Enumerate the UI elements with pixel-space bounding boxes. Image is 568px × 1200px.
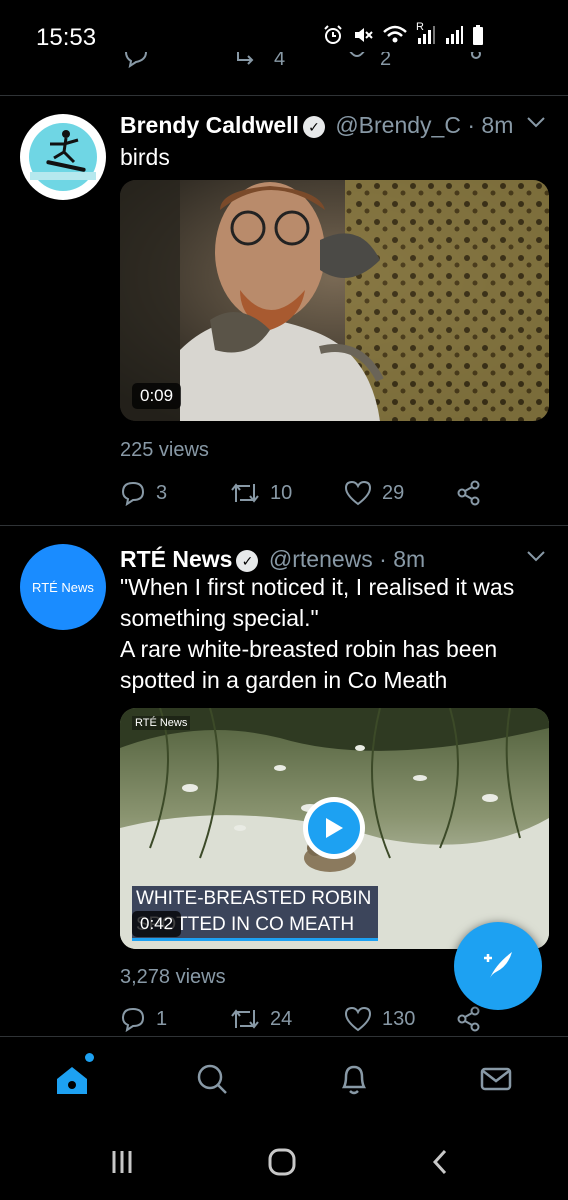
tweet-header: Brendy Caldwell ✓ @Brendy_C · 8m	[120, 112, 513, 139]
like-button[interactable]: 130	[344, 1006, 415, 1032]
heart-icon	[344, 480, 372, 506]
chevron-down-icon[interactable]	[526, 112, 546, 138]
roaming-label: R	[416, 21, 424, 33]
timestamp: 8m	[481, 112, 514, 138]
reply-icon	[120, 480, 146, 506]
reply-icon	[120, 1006, 146, 1032]
home-icon	[52, 1052, 94, 1104]
tab-notifications[interactable]	[334, 1061, 374, 1101]
share-icon	[456, 1006, 482, 1032]
system-navigation-bar	[0, 1122, 568, 1200]
messages-icon	[478, 1061, 514, 1102]
share-button[interactable]	[456, 480, 482, 506]
status-icons: R	[322, 21, 484, 51]
play-icon	[308, 802, 360, 854]
tweet-text-line: A rare white-breasted robin has been spo…	[120, 636, 498, 693]
heart-icon	[344, 1006, 372, 1032]
tweet-actions: 3 10 29	[120, 480, 540, 510]
home-circle-icon	[267, 1147, 297, 1182]
play-button[interactable]	[303, 797, 365, 859]
video-caption-line: WHITE-BREASTED ROBIN	[132, 886, 378, 912]
tweet-video[interactable]: RTÉ News WHITE-BREASTED ROBIN SPOTTED IN…	[120, 708, 549, 949]
rte-watermark: RTÉ News	[132, 716, 191, 730]
view-count: 225 views	[120, 439, 209, 461]
tweet-header: RTÉ News ✓ @rtenews · 8m	[120, 546, 425, 573]
retweet-button[interactable]: 24	[230, 1006, 292, 1032]
separator: ·	[379, 546, 387, 572]
retweet-count: 24	[270, 1007, 293, 1030]
avatar[interactable]: RTÉ News	[20, 544, 106, 630]
verified-badge-icon: ✓	[236, 549, 259, 572]
author-handle[interactable]: @Brendy_C	[335, 112, 461, 138]
wifi-icon	[382, 24, 408, 51]
view-count: 3,278 views	[120, 966, 226, 988]
retweet-count: 4	[274, 52, 286, 70]
mute-icon	[352, 24, 374, 51]
avatar[interactable]	[20, 114, 106, 200]
author-name[interactable]: Brendy Caldwell	[120, 112, 299, 138]
verified-badge-icon: ✓	[302, 115, 325, 138]
avatar-label: RTÉ News	[32, 579, 94, 595]
share-icon	[456, 480, 482, 506]
retweet-button[interactable]: 4	[234, 52, 285, 80]
signal-icon	[444, 24, 464, 51]
previous-tweet-actions: 4 2	[0, 52, 568, 80]
tweet-actions: 1 24 130	[120, 1006, 540, 1036]
compose-tweet-icon	[478, 944, 518, 989]
system-home-button[interactable]	[262, 1144, 302, 1184]
tab-search[interactable]	[192, 1061, 232, 1101]
retweet-count: 10	[270, 481, 293, 504]
recents-button[interactable]	[102, 1144, 142, 1184]
tweet[interactable]: Brendy Caldwell ✓ @Brendy_C · 8m birds 0…	[0, 96, 568, 526]
status-time: 15:53	[36, 24, 97, 51]
search-icon	[194, 1061, 230, 1102]
reply-button[interactable]: 1	[120, 1006, 167, 1032]
share-icon[interactable]	[456, 52, 482, 80]
separator: ·	[467, 112, 476, 138]
reply-count: 1	[156, 1007, 168, 1030]
video-duration: 0:09	[132, 383, 182, 409]
notifications-icon	[336, 1061, 372, 1102]
like-count: 2	[380, 52, 392, 70]
reply-count: 3	[156, 481, 168, 504]
tweet-video[interactable]: 0:09	[120, 180, 549, 421]
video-duration: 0:42	[132, 911, 182, 937]
notification-dot	[85, 1052, 94, 1062]
tweet-text: "When I first noticed it, I realised it …	[120, 572, 540, 696]
compose-tweet-button[interactable]	[454, 922, 542, 1010]
timestamp: 8m	[393, 546, 426, 572]
retweet-button[interactable]: 10	[230, 480, 292, 506]
bottom-tab-bar	[0, 1036, 568, 1122]
author-handle[interactable]: @rtenews	[269, 546, 373, 572]
chevron-down-icon[interactable]	[526, 546, 546, 572]
like-button[interactable]: 2	[344, 52, 391, 80]
reply-icon[interactable]	[124, 52, 148, 80]
status-bar: 15:53 R	[0, 0, 568, 56]
tab-home[interactable]	[52, 1052, 94, 1104]
tweet-text-line: "When I first noticed it, I realised it …	[120, 574, 515, 631]
share-button[interactable]	[456, 1006, 482, 1032]
tweet-text: birds	[120, 144, 170, 170]
back-button[interactable]	[420, 1144, 460, 1184]
reply-button[interactable]: 3	[120, 480, 167, 506]
like-count: 29	[382, 481, 405, 504]
battery-icon	[472, 24, 484, 51]
alarm-icon	[322, 24, 344, 51]
recents-icon	[107, 1147, 137, 1182]
back-icon	[425, 1147, 455, 1182]
like-count: 130	[382, 1007, 416, 1030]
retweet-icon	[230, 480, 260, 506]
tab-messages[interactable]	[476, 1061, 516, 1101]
retweet-icon	[230, 1006, 260, 1032]
author-name[interactable]: RTÉ News	[120, 546, 232, 572]
signal-icon: R	[416, 21, 436, 51]
like-button[interactable]: 29	[344, 480, 404, 506]
